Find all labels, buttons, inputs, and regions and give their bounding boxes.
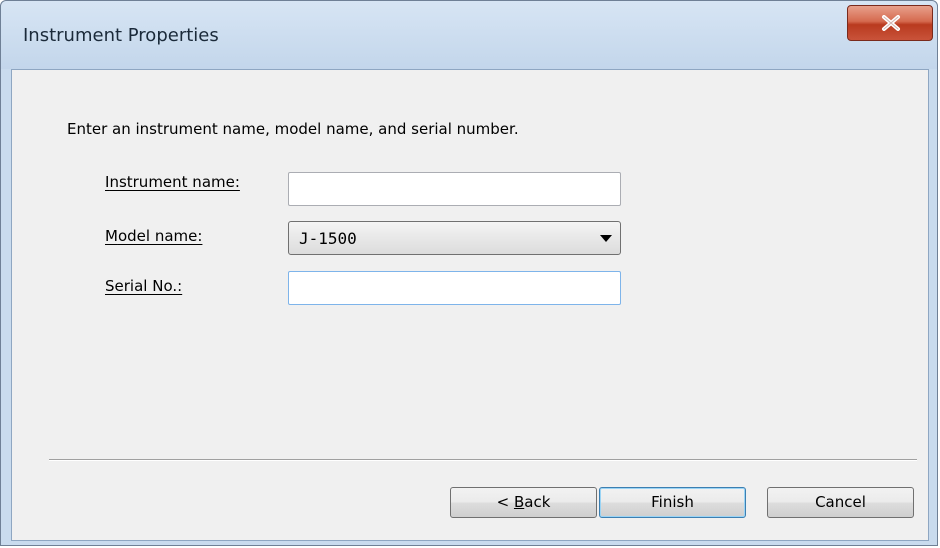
model-name-label-mnemonic: M bbox=[105, 227, 118, 245]
cancel-button[interactable]: Cancel bbox=[767, 487, 914, 518]
back-button-rest: ack bbox=[524, 493, 551, 511]
close-icon bbox=[882, 15, 900, 31]
instrument-name-label-rest: nstrument name: bbox=[109, 173, 240, 191]
model-name-select[interactable]: J-1500 bbox=[288, 221, 621, 255]
back-button-mnemonic: B bbox=[513, 493, 525, 511]
model-name-label-rest: odel name: bbox=[117, 227, 203, 245]
chevron-down-icon bbox=[600, 235, 612, 242]
serial-no-label: Serial No.: bbox=[105, 277, 182, 295]
instrument-name-label: Instrument name: bbox=[105, 173, 240, 191]
separator-line bbox=[49, 459, 917, 461]
serial-no-label-mnemonic: S bbox=[105, 277, 115, 295]
back-button-prefix: < bbox=[496, 493, 514, 511]
title-bar[interactable]: Instrument Properties bbox=[1, 1, 937, 69]
instrument-name-input[interactable] bbox=[288, 172, 621, 206]
model-name-label: Model name: bbox=[105, 227, 202, 245]
finish-button[interactable]: Finish bbox=[599, 487, 746, 518]
dialog-client-area: Enter an instrument name, model name, an… bbox=[11, 69, 929, 541]
window-title: Instrument Properties bbox=[23, 25, 219, 46]
model-name-value: J-1500 bbox=[299, 229, 357, 248]
back-button[interactable]: < Back bbox=[450, 487, 597, 518]
instruction-text: Enter an instrument name, model name, an… bbox=[67, 120, 519, 138]
close-button[interactable] bbox=[847, 5, 933, 41]
serial-no-input[interactable] bbox=[288, 271, 621, 305]
serial-no-label-rest: erial No.: bbox=[114, 277, 183, 295]
dialog-window: Instrument Properties Enter an instrumen… bbox=[0, 0, 938, 546]
